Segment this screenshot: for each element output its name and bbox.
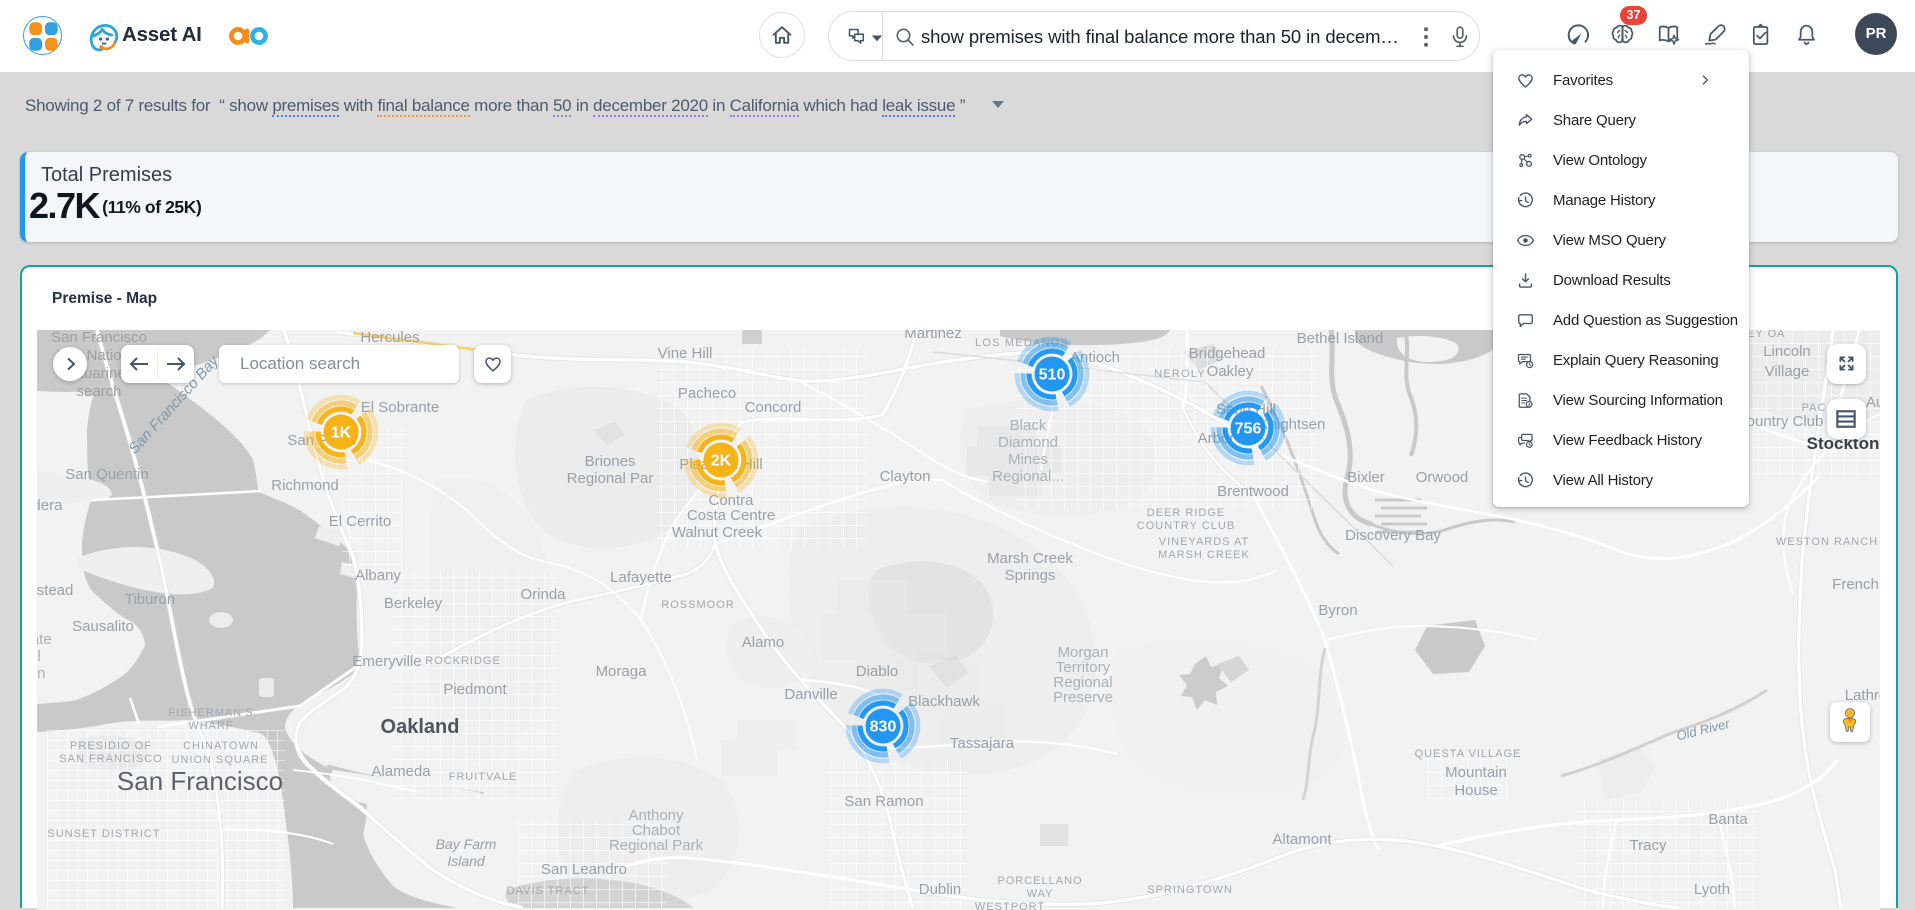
svg-text:Homestead: Homestead: [37, 582, 73, 599]
svg-text:WESTON RANCH: WESTON RANCH: [1776, 536, 1878, 548]
svg-text:Hercules: Hercules: [360, 330, 419, 346]
svg-text:Piedmont: Piedmont: [443, 681, 507, 698]
svg-text:Alameda: Alameda: [371, 763, 431, 780]
svg-text:Regional...: Regional...: [992, 468, 1064, 485]
svg-text:SUNSET DISTRICT: SUNSET DISTRICT: [47, 828, 160, 840]
svg-text:510: 510: [1039, 367, 1066, 384]
svg-text:Banta: Banta: [1708, 811, 1748, 828]
svg-text:Island: Island: [447, 853, 486, 869]
svg-text:Blackhawk: Blackhawk: [908, 693, 980, 710]
svg-text:eation: eation: [37, 665, 45, 682]
svg-text:Regional Park: Regional Park: [609, 837, 704, 854]
svg-text:Au: Au: [1866, 394, 1880, 411]
svg-text:Bridgehead: Bridgehead: [1189, 345, 1266, 362]
svg-text:Village: Village: [1765, 363, 1810, 380]
svg-text:Bixler: Bixler: [1347, 469, 1385, 486]
svg-text:San Ramon: San Ramon: [844, 793, 923, 810]
svg-text:Pacheco: Pacheco: [678, 385, 736, 402]
svg-text:Moraga: Moraga: [596, 663, 648, 680]
svg-text:VINEYARDS AT: VINEYARDS AT: [1159, 536, 1249, 548]
svg-text:Emeryville: Emeryville: [352, 653, 421, 670]
svg-text:House: House: [1454, 782, 1497, 799]
svg-text:Diamond: Diamond: [998, 434, 1058, 451]
svg-text:Bay Farm: Bay Farm: [436, 836, 497, 852]
svg-text:Lincoln: Lincoln: [1763, 343, 1811, 360]
svg-text:Tracy: Tracy: [1630, 837, 1667, 854]
svg-text:Oakland: Oakland: [381, 716, 460, 738]
svg-text:Oakley: Oakley: [1207, 363, 1254, 380]
svg-text:756: 756: [1235, 421, 1262, 438]
svg-text:ountry Club: ountry Club: [1747, 413, 1824, 430]
svg-text:MARSH CREEK: MARSH CREEK: [1158, 549, 1250, 561]
svg-text:NEROLY: NEROLY: [1154, 368, 1206, 380]
svg-text:Clayton: Clayton: [880, 468, 931, 485]
svg-text:Diablo: Diablo: [856, 663, 899, 680]
svg-text:Preserve: Preserve: [1053, 689, 1113, 706]
svg-text:ional: ional: [37, 648, 41, 665]
svg-text:Orwood: Orwood: [1416, 469, 1469, 486]
svg-text:QUESTA VILLAGE: QUESTA VILLAGE: [1415, 748, 1522, 760]
svg-text:DAVIS TRACT: DAVIS TRACT: [507, 885, 590, 897]
svg-text:ROSSMOOR: ROSSMOOR: [661, 599, 734, 611]
svg-text:ROCKRIDGE: ROCKRIDGE: [425, 655, 501, 667]
svg-text:Danville: Danville: [784, 686, 837, 703]
svg-text:Lafayette: Lafayette: [610, 569, 672, 586]
svg-text:Tiburon: Tiburon: [125, 591, 175, 608]
svg-text:Alamo: Alamo: [742, 634, 785, 651]
svg-text:Dublin: Dublin: [919, 881, 962, 898]
svg-text:Discovery Bay: Discovery Bay: [1345, 527, 1441, 544]
svg-text:Mountain: Mountain: [1445, 764, 1507, 781]
svg-text:Vine Hill: Vine Hill: [658, 345, 713, 362]
svg-text:Richmond: Richmond: [271, 477, 339, 494]
svg-text:en Gate: en Gate: [37, 631, 52, 648]
svg-text:SPRINGTOWN: SPRINGTOWN: [1147, 884, 1233, 896]
svg-text:Orinda: Orinda: [520, 586, 566, 603]
svg-text:Albany: Albany: [355, 567, 401, 584]
svg-text:San Francisco: San Francisco: [117, 766, 283, 796]
svg-text:Lyoth: Lyoth: [1694, 881, 1730, 898]
svg-text:Black: Black: [1010, 417, 1047, 434]
svg-text:French C: French C: [1832, 576, 1880, 593]
svg-text:SAN FRANCISCO: SAN FRANCISCO: [59, 753, 162, 765]
svg-text:Martinez: Martinez: [904, 330, 962, 342]
svg-text:El Cerrito: El Cerrito: [329, 513, 392, 530]
svg-text:PRESIDIO OF: PRESIDIO OF: [70, 740, 152, 752]
svg-text:830: 830: [870, 719, 897, 736]
svg-text:WESTPORT: WESTPORT: [975, 901, 1045, 910]
svg-text:FRUITVALE: FRUITVALE: [449, 771, 518, 783]
svg-text:Bethel Island: Bethel Island: [1297, 330, 1384, 347]
svg-text:Tassajara: Tassajara: [950, 735, 1015, 752]
svg-text:San Francisco: San Francisco: [51, 330, 147, 346]
svg-text:2K: 2K: [711, 453, 732, 470]
svg-text:PORCELLANO: PORCELLANO: [997, 875, 1082, 887]
svg-text:CHINATOWN: CHINATOWN: [183, 740, 259, 752]
svg-text:UNION SQUARE: UNION SQUARE: [172, 754, 269, 766]
svg-text:Byron: Byron: [1318, 602, 1357, 619]
svg-text:FISHERMAN'S: FISHERMAN'S: [168, 707, 253, 719]
svg-text:San Leandro: San Leandro: [541, 861, 627, 878]
svg-text:Costa Centre: Costa Centre: [687, 507, 775, 524]
svg-text:Sausalito: Sausalito: [72, 618, 134, 635]
svg-text:Briones: Briones: [585, 453, 636, 470]
svg-text:Mines: Mines: [1008, 451, 1048, 468]
svg-text:Brentwood: Brentwood: [1217, 483, 1289, 500]
svg-text:San Quentin: San Quentin: [65, 466, 148, 483]
svg-text:Altamont: Altamont: [1272, 831, 1332, 848]
svg-text:WAY: WAY: [1027, 888, 1054, 900]
svg-text:DEER RIDGE: DEER RIDGE: [1147, 507, 1225, 519]
svg-text:search: search: [76, 383, 121, 400]
svg-text:Springs: Springs: [1005, 567, 1056, 584]
svg-text:Madera: Madera: [37, 497, 63, 514]
svg-text:Concord: Concord: [745, 399, 802, 416]
svg-text:1K: 1K: [331, 425, 352, 442]
svg-text:Walnut Creek: Walnut Creek: [672, 524, 763, 541]
svg-text:COUNTRY CLUB: COUNTRY CLUB: [1137, 520, 1235, 532]
svg-text:PAC: PAC: [1802, 402, 1827, 414]
svg-text:Marsh Creek: Marsh Creek: [987, 550, 1073, 567]
svg-text:Berkeley: Berkeley: [384, 595, 443, 612]
svg-text:WHARF: WHARF: [188, 720, 233, 732]
svg-text:Regional Par: Regional Par: [567, 470, 654, 487]
